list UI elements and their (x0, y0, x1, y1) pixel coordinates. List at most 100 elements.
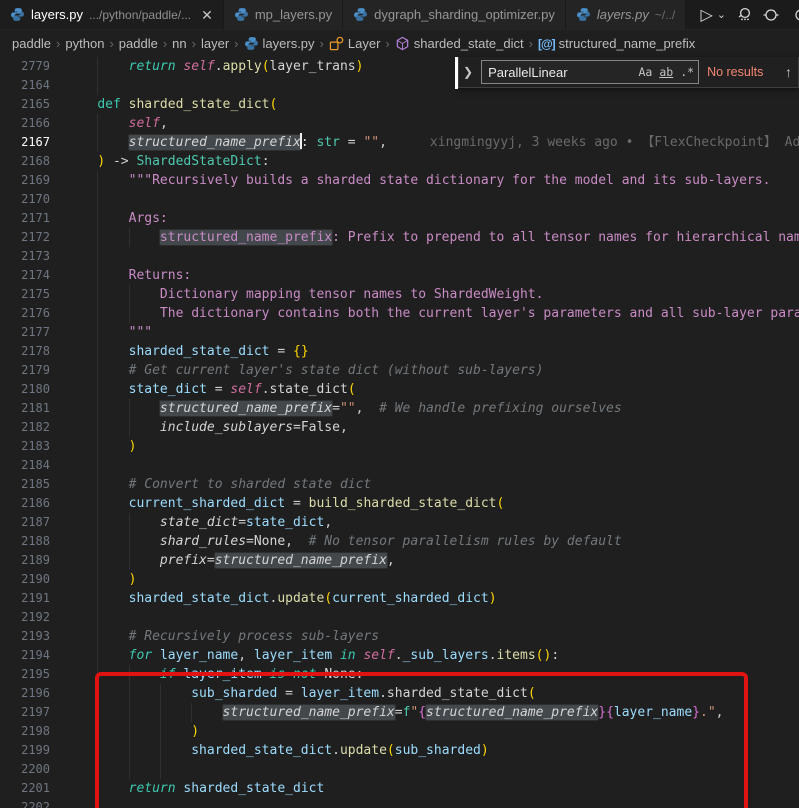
line-number[interactable]: 2198 (0, 722, 50, 741)
code-editor[interactable]: 2779 return self.apply(layer_trans)21642… (0, 57, 799, 808)
code-line[interactable]: 2195 if layer_item is not None: (0, 665, 799, 684)
target-icon[interactable] (763, 7, 779, 23)
line-number[interactable]: 2177 (0, 323, 50, 342)
line-number[interactable]: 2174 (0, 266, 50, 285)
line-number[interactable]: 2169 (0, 171, 50, 190)
breadcrumb-item-Layer[interactable]: Layer (329, 36, 381, 51)
match-case-button[interactable]: Aa (638, 65, 652, 79)
tab-dygraph_sharding_optimizer.py[interactable]: dygraph_sharding_optimizer.py (343, 0, 566, 29)
find-previous-button[interactable]: ↑ (785, 64, 792, 80)
line-number[interactable]: 2186 (0, 494, 50, 513)
line-number[interactable]: 2188 (0, 532, 50, 551)
code-line[interactable]: 2178 sharded_state_dict = {} (0, 342, 799, 361)
code-line[interactable]: 2200 (0, 760, 799, 779)
line-number[interactable]: 2173 (0, 247, 50, 266)
code-line[interactable]: 2179 # Get current layer's state dict (w… (0, 361, 799, 380)
code-line[interactable]: 2176 The dictionary contains both the cu… (0, 304, 799, 323)
line-number[interactable]: 2165 (0, 95, 50, 114)
code-line[interactable]: 2172 structured_name_prefix: Prefix to p… (0, 228, 799, 247)
line-number[interactable]: 2202 (0, 798, 50, 808)
line-number[interactable]: 2779 (0, 57, 50, 76)
breadcrumb-item-nn[interactable]: nn (172, 36, 186, 51)
code-line[interactable]: 2199 sharded_state_dict.update(sub_shard… (0, 741, 799, 760)
search-commits-icon[interactable] (736, 6, 753, 23)
code-line[interactable]: 2173 (0, 247, 799, 266)
breadcrumb-item-python[interactable]: python (65, 36, 104, 51)
line-number[interactable]: 2181 (0, 399, 50, 418)
find-input[interactable]: ParallelLinear Aa ab .* (481, 60, 699, 84)
line-number[interactable]: 2170 (0, 190, 50, 209)
line-number[interactable]: 2182 (0, 418, 50, 437)
code-line[interactable]: 2196 sub_sharded = layer_item.sharded_st… (0, 684, 799, 703)
line-number[interactable]: 2184 (0, 456, 50, 475)
line-number[interactable]: 2197 (0, 703, 50, 722)
regex-button[interactable]: .* (680, 65, 694, 79)
code-line[interactable]: 2167 structured_name_prefix: str = "",xi… (0, 133, 799, 152)
breadcrumb-item-structured_name_prefix[interactable]: [@]structured_name_prefix (538, 36, 695, 51)
line-number[interactable]: 2175 (0, 285, 50, 304)
code-line[interactable]: 2193 # Recursively process sub-layers (0, 627, 799, 646)
code-line[interactable]: 2171 Args: (0, 209, 799, 228)
line-number[interactable]: 2190 (0, 570, 50, 589)
line-number[interactable]: 2178 (0, 342, 50, 361)
code-line[interactable]: 2184 (0, 456, 799, 475)
clipped-action-icon[interactable] (789, 7, 799, 23)
tab-mp_layers.py[interactable]: mp_layers.py (224, 0, 343, 29)
tab-layers.py[interactable]: layers.py.../python/paddle/...✕ (0, 0, 224, 29)
code-line[interactable]: 2169 """Recursively builds a sharded sta… (0, 171, 799, 190)
line-number[interactable]: 2166 (0, 114, 50, 133)
line-number[interactable]: 2196 (0, 684, 50, 703)
code-line[interactable]: 2166 self, (0, 114, 799, 133)
code-line[interactable]: 2182 include_sublayers=False, (0, 418, 799, 437)
code-line[interactable]: 2194 for layer_name, layer_item in self.… (0, 646, 799, 665)
line-number[interactable]: 2195 (0, 665, 50, 684)
line-number[interactable]: 2189 (0, 551, 50, 570)
code-line[interactable]: 2187 state_dict=state_dict, (0, 513, 799, 532)
find-query-text[interactable]: ParallelLinear (488, 65, 631, 80)
code-line[interactable]: 2190 ) (0, 570, 799, 589)
line-number[interactable]: 2199 (0, 741, 50, 760)
breadcrumb-item-layers.py[interactable]: layers.py (244, 36, 315, 51)
code-line[interactable]: 2192 (0, 608, 799, 627)
line-number[interactable]: 2187 (0, 513, 50, 532)
run-dropdown-chevron-icon[interactable]: ⌄ (717, 8, 726, 21)
code-line[interactable]: 2170 (0, 190, 799, 209)
run-python-file-button[interactable]: ▷ (700, 5, 712, 25)
find-expand-chevron-icon[interactable]: ❯ (463, 65, 473, 79)
line-number[interactable]: 2200 (0, 760, 50, 779)
code-line[interactable]: 2183 ) (0, 437, 799, 456)
find-widget-sash[interactable] (455, 57, 458, 89)
line-number[interactable]: 2191 (0, 589, 50, 608)
line-number[interactable]: 2180 (0, 380, 50, 399)
code-line[interactable]: 2165 def sharded_state_dict( (0, 95, 799, 114)
code-line[interactable]: 2201 return sharded_state_dict (0, 779, 799, 798)
code-line[interactable]: 2198 ) (0, 722, 799, 741)
code-line[interactable]: 2197 structured_name_prefix=f"{structure… (0, 703, 799, 722)
code-line[interactable]: 2188 shard_rules=None, # No tensor paral… (0, 532, 799, 551)
tab-layers.py[interactable]: layers.py~/../ (566, 0, 686, 29)
line-number[interactable]: 2168 (0, 152, 50, 171)
code-line[interactable]: 2177 """ (0, 323, 799, 342)
line-number[interactable]: 2201 (0, 779, 50, 798)
line-number[interactable]: 2164 (0, 76, 50, 95)
code-line[interactable]: 2180 state_dict = self.state_dict( (0, 380, 799, 399)
close-icon[interactable]: ✕ (201, 8, 213, 22)
line-number[interactable]: 2185 (0, 475, 50, 494)
code-line[interactable]: 2191 sharded_state_dict.update(current_s… (0, 589, 799, 608)
line-number[interactable]: 2176 (0, 304, 50, 323)
line-number[interactable]: 2192 (0, 608, 50, 627)
line-number[interactable]: 2172 (0, 228, 50, 247)
breadcrumb-item-paddle[interactable]: paddle (12, 36, 51, 51)
line-number[interactable]: 2183 (0, 437, 50, 456)
code-line[interactable]: 2185 # Convert to sharded state dict (0, 475, 799, 494)
whole-word-button[interactable]: ab (659, 65, 673, 79)
code-line[interactable]: 2168 ) -> ShardedStateDict: (0, 152, 799, 171)
code-line[interactable]: 2186 current_sharded_dict = build_sharde… (0, 494, 799, 513)
line-number[interactable]: 2193 (0, 627, 50, 646)
code-line[interactable]: 2175 Dictionary mapping tensor names to … (0, 285, 799, 304)
code-line[interactable]: 2189 prefix=structured_name_prefix, (0, 551, 799, 570)
breadcrumb-item-layer[interactable]: layer (201, 36, 229, 51)
code-line[interactable]: 2174 Returns: (0, 266, 799, 285)
line-number[interactable]: 2179 (0, 361, 50, 380)
breadcrumb-item-sharded_state_dict[interactable]: sharded_state_dict (395, 36, 524, 51)
